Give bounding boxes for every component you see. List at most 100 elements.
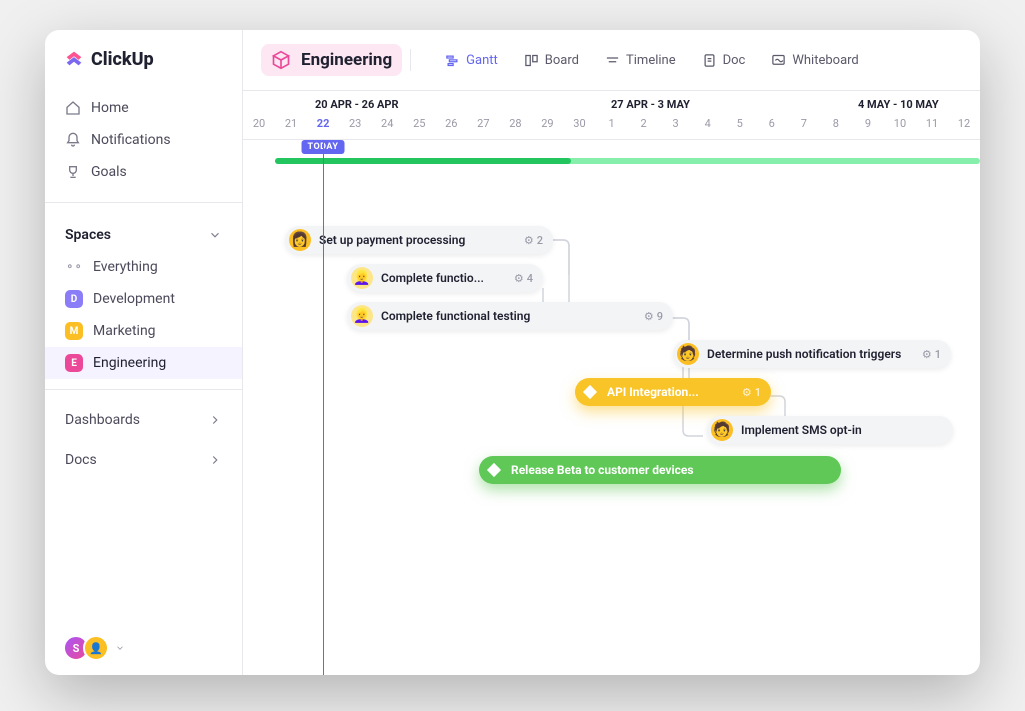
topbar: Engineering Gantt Board Timeline	[243, 30, 980, 91]
view-tab-doc-label: Doc	[723, 53, 746, 68]
space-development[interactable]: D Development	[45, 283, 242, 315]
assignee-avatar: 👩	[289, 229, 311, 251]
task-label: Determine push notification triggers	[707, 347, 914, 361]
task-label: API Integration...	[607, 385, 734, 399]
task-label: Set up payment processing	[319, 233, 516, 247]
day-cell: 28	[499, 117, 531, 139]
user-avatars[interactable]: S 👤	[45, 635, 242, 661]
day-cell: 7	[788, 117, 820, 139]
day-cell: 21	[275, 117, 307, 139]
dashboards-label: Dashboards	[65, 412, 140, 428]
view-tab-whiteboard-label: Whiteboard	[792, 53, 858, 68]
assignee-avatar: 👱‍♀️	[351, 267, 373, 289]
day-cell: 12	[948, 117, 980, 139]
day-cell: 8	[820, 117, 852, 139]
view-tab-board-label: Board	[545, 53, 579, 68]
space-marketing-label: Marketing	[93, 323, 156, 339]
week-label-1: 20 APR - 26 APR	[315, 98, 399, 111]
sidebar-docs[interactable]: Docs	[45, 440, 242, 480]
nav-home[interactable]: Home	[55, 92, 232, 124]
day-cell: 27	[467, 117, 499, 139]
app-window: ClickUp Home Notifications Goals Spaces …	[45, 30, 980, 675]
day-cell: 9	[852, 117, 884, 139]
day-cell: 4	[692, 117, 724, 139]
nav-goals[interactable]: Goals	[55, 156, 232, 188]
day-cell: 29	[531, 117, 563, 139]
task-complete-functional-2[interactable]: 👱‍♀️ Complete functional testing ⚙ 9	[347, 302, 673, 330]
everything-icon: ⚬⚬	[65, 258, 83, 276]
view-tab-gantt-label: Gantt	[466, 53, 498, 68]
chevron-down-icon	[208, 228, 222, 242]
day-cell: 10	[884, 117, 916, 139]
chevron-down-icon[interactable]	[115, 641, 125, 655]
bell-icon	[65, 132, 81, 148]
chevron-right-icon	[208, 453, 222, 467]
view-tab-board[interactable]: Board	[512, 47, 591, 74]
timeline-icon	[605, 53, 620, 68]
spaces-header[interactable]: Spaces	[45, 213, 242, 251]
day-cell: 5	[724, 117, 756, 139]
day-cell: 26	[435, 117, 467, 139]
nav-goals-label: Goals	[91, 164, 127, 180]
space-marketing[interactable]: M Marketing	[45, 315, 242, 347]
cube-icon	[271, 50, 291, 70]
space-everything-label: Everything	[93, 259, 158, 275]
view-tab-timeline[interactable]: Timeline	[593, 47, 688, 74]
day-row: 20 21 22 23 24 25 26 27 28 29 30 1 2 3 4…	[243, 117, 980, 139]
task-complete-functional-1[interactable]: 👱‍♀️ Complete functio... ⚙ 4	[347, 264, 543, 292]
day-cell: 24	[371, 117, 403, 139]
overall-progress-done	[275, 158, 571, 164]
assignee-avatar: 🧑	[711, 419, 733, 441]
task-label: Complete functional testing	[381, 309, 636, 323]
task-release-beta[interactable]: Release Beta to customer devices	[479, 456, 841, 484]
day-cell: 2	[628, 117, 660, 139]
view-tab-whiteboard[interactable]: Whiteboard	[759, 47, 870, 74]
space-badge-d: D	[65, 290, 83, 308]
main-area: Engineering Gantt Board Timeline	[243, 30, 980, 675]
trophy-icon	[65, 164, 81, 180]
subtask-count: ⚙ 9	[644, 310, 663, 323]
subtask-count: ⚙ 4	[514, 272, 533, 285]
day-cell: 6	[756, 117, 788, 139]
milestone-icon	[487, 463, 501, 477]
task-setup-payment[interactable]: 👩 Set up payment processing ⚙ 2	[285, 226, 553, 254]
today-line	[323, 140, 324, 675]
task-push-notifications[interactable]: 🧑 Determine push notification triggers ⚙…	[673, 340, 951, 368]
sidebar: ClickUp Home Notifications Goals Spaces …	[45, 30, 243, 675]
space-chip[interactable]: Engineering	[261, 44, 402, 76]
logo[interactable]: ClickUp	[45, 48, 242, 88]
task-label: Implement SMS opt-in	[741, 423, 943, 437]
nav-notifications-label: Notifications	[91, 132, 171, 148]
assignee-avatar: 🧑	[677, 343, 699, 365]
task-label: Release Beta to customer devices	[511, 463, 831, 477]
day-cell: 25	[403, 117, 435, 139]
sidebar-dashboards[interactable]: Dashboards	[45, 400, 242, 440]
view-tab-timeline-label: Timeline	[626, 53, 676, 68]
home-icon	[65, 100, 81, 116]
gantt-body[interactable]: TODAY 👩 Set up payment processing ⚙ 2	[243, 140, 980, 675]
view-tab-gantt[interactable]: Gantt	[433, 47, 510, 74]
milestone-icon	[583, 385, 597, 399]
nav-notifications[interactable]: Notifications	[55, 124, 232, 156]
space-engineering[interactable]: E Engineering	[45, 347, 242, 379]
doc-icon	[702, 53, 717, 68]
view-tab-doc[interactable]: Doc	[690, 47, 758, 74]
space-development-label: Development	[93, 291, 175, 307]
overall-progress	[275, 158, 980, 164]
day-cell: 1	[596, 117, 628, 139]
space-chip-title: Engineering	[301, 50, 392, 70]
timeline-header: 20 APR - 26 APR 27 APR - 3 MAY 4 MAY - 1…	[243, 91, 980, 140]
avatar-user-2[interactable]: 👤	[83, 635, 109, 661]
subtask-count: ⚙ 1	[922, 348, 941, 361]
space-everything[interactable]: ⚬⚬ Everything	[45, 251, 242, 283]
task-api-integration[interactable]: API Integration... ⚙ 1	[575, 378, 771, 406]
whiteboard-icon	[771, 53, 786, 68]
spaces-header-label: Spaces	[65, 227, 111, 243]
view-tabs: Gantt Board Timeline Doc Whiteboard	[433, 47, 871, 74]
task-label: Complete functio...	[381, 271, 506, 285]
divider	[45, 389, 242, 390]
separator	[410, 49, 411, 71]
subtask-count: ⚙ 1	[742, 386, 761, 399]
subtask-count: ⚙ 2	[524, 234, 543, 247]
task-sms-optin[interactable]: 🧑 Implement SMS opt-in	[707, 416, 953, 444]
